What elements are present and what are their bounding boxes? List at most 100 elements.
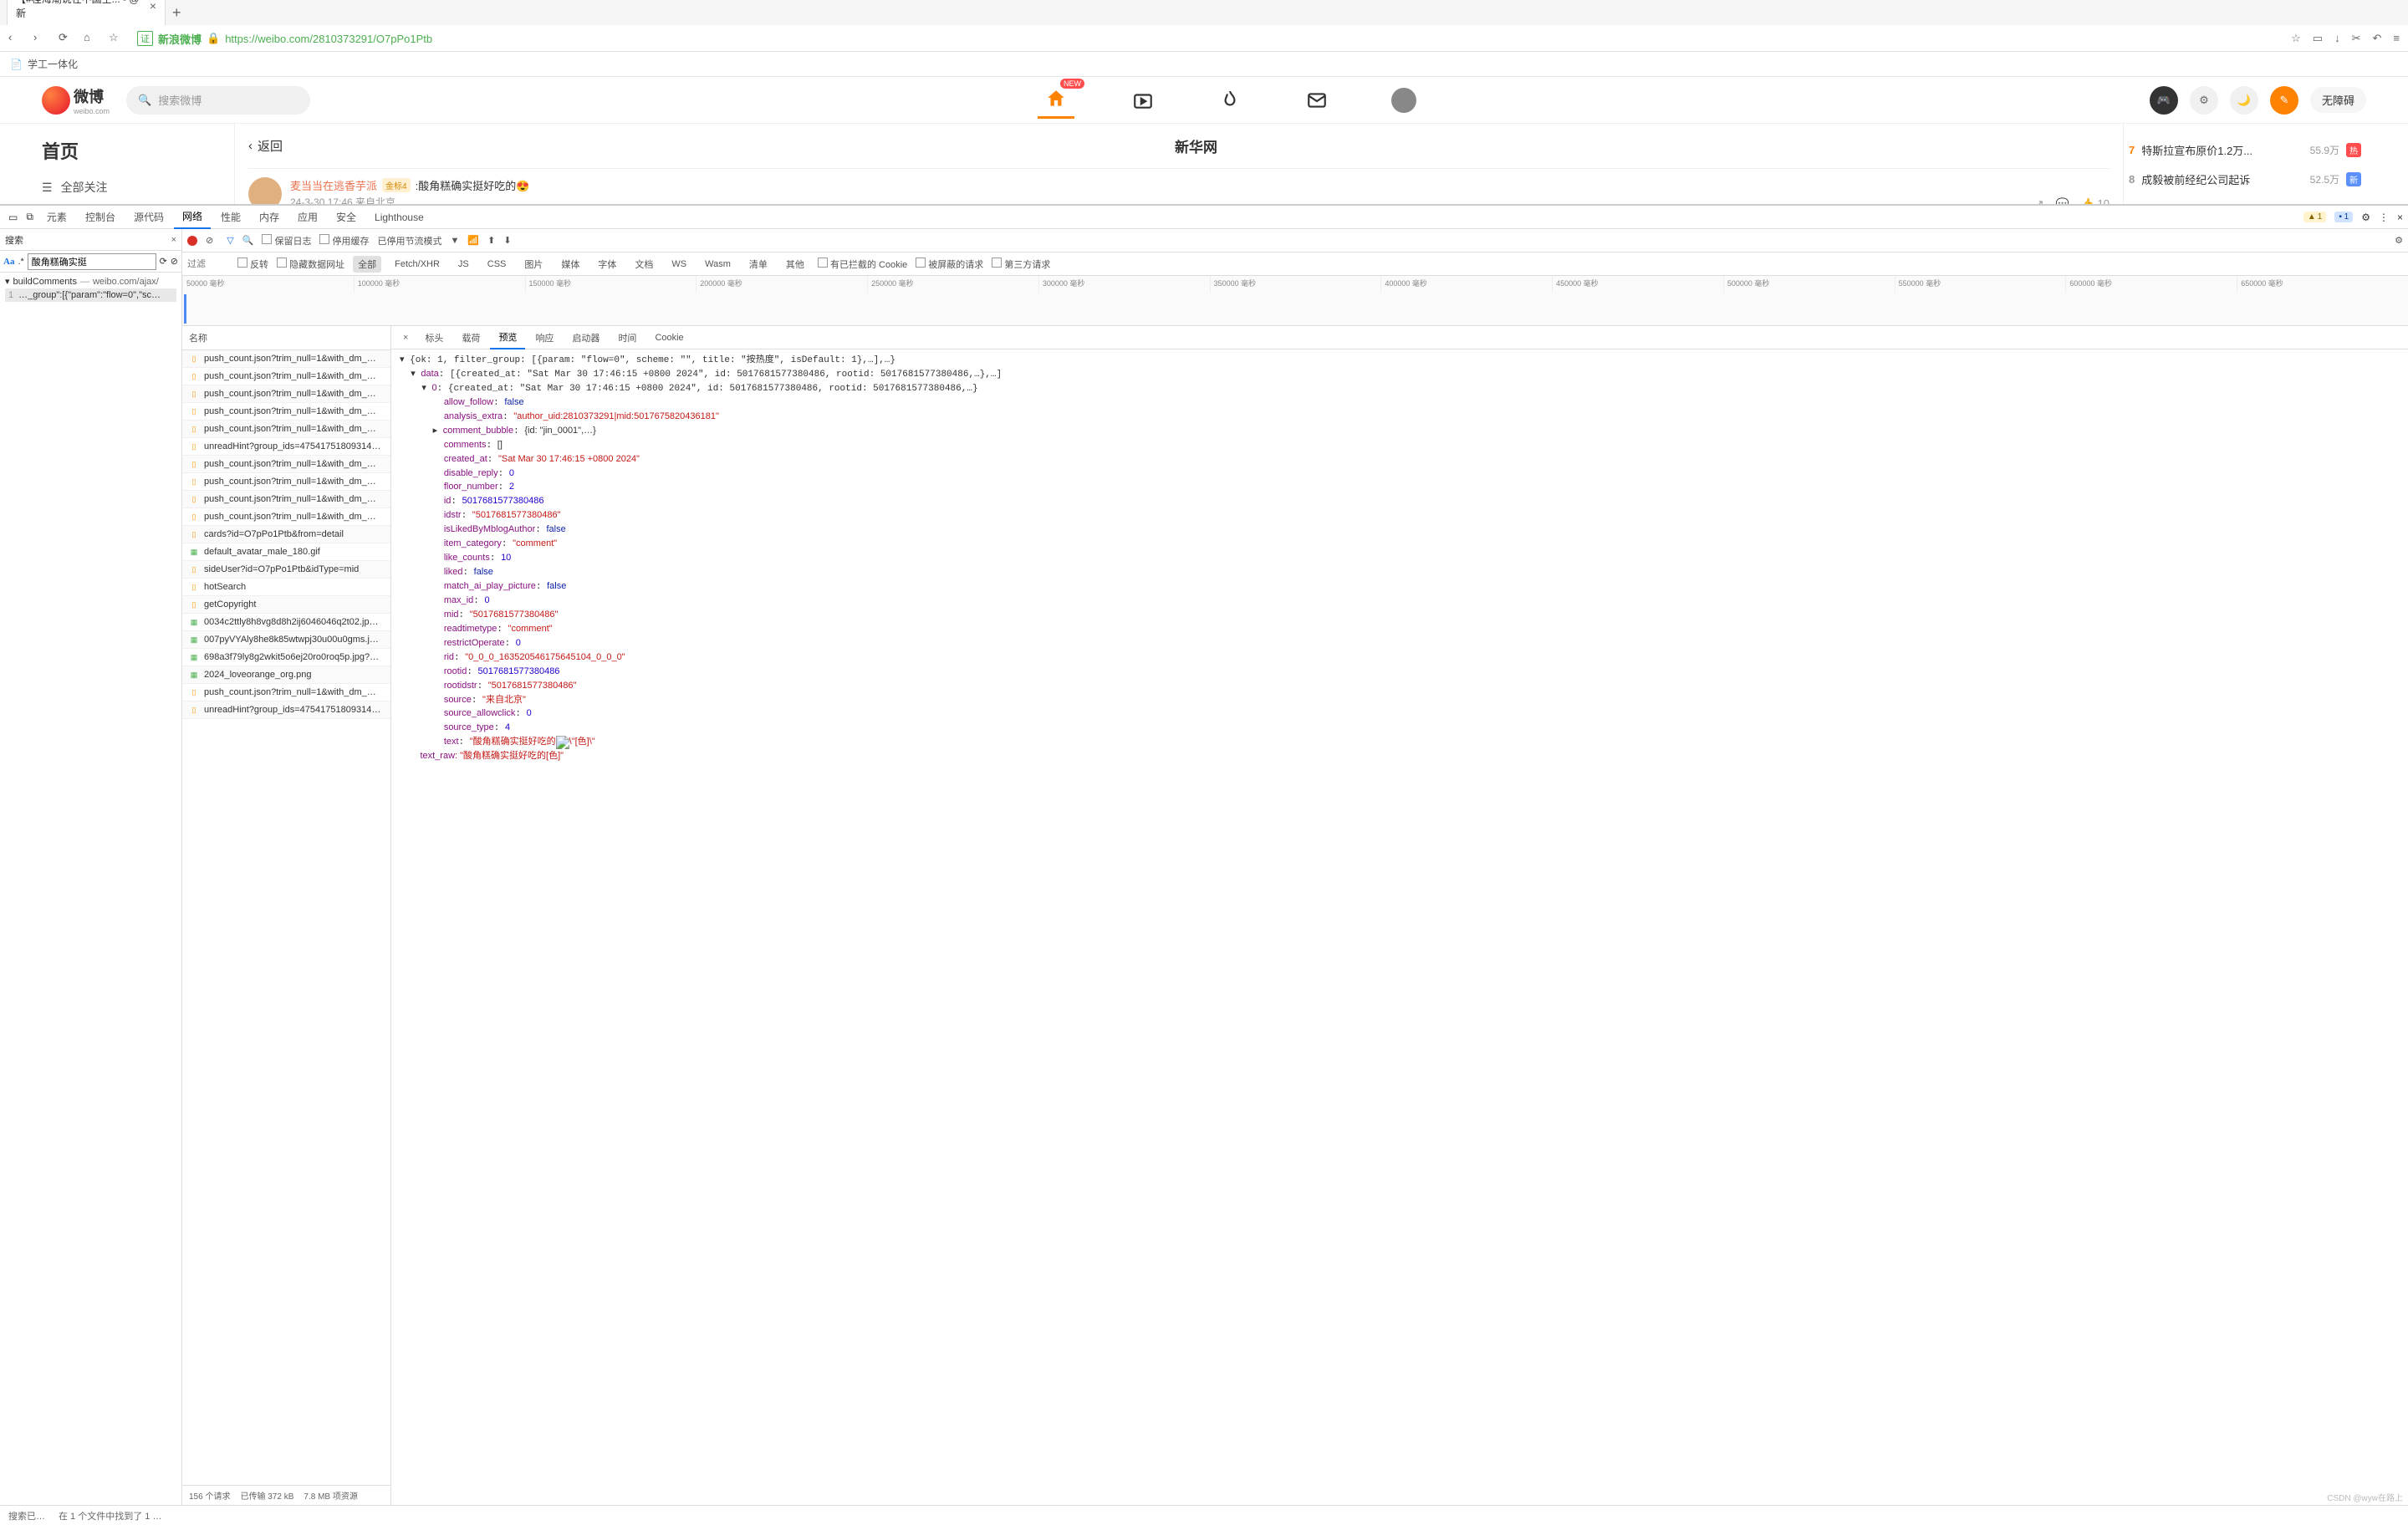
request-row[interactable]: ▦007pyVYAly8he8k85wtwpj30u00u0gms.j…: [182, 631, 390, 649]
download-icon[interactable]: ↓: [2334, 32, 2340, 45]
wifi-icon[interactable]: 📶: [467, 235, 479, 246]
close-icon[interactable]: ×: [171, 235, 176, 245]
clear-icon[interactable]: ⊘: [171, 256, 178, 267]
share-icon[interactable]: ↗: [2035, 197, 2044, 204]
request-row[interactable]: ▯push_count.json?trim_null=1&with_dm_…: [182, 456, 390, 473]
request-row[interactable]: ▯cards?id=O7pPo1Ptb&from=detail: [182, 526, 390, 543]
third-party-checkbox[interactable]: 第三方请求: [992, 258, 1050, 271]
request-row[interactable]: ▯push_count.json?trim_null=1&with_dm_…: [182, 684, 390, 701]
filter-icon[interactable]: ▽: [227, 235, 233, 246]
filter-other[interactable]: 其他: [781, 256, 809, 273]
trend-item[interactable]: 7 特斯拉宣布原价1.2万... 55.9万 热: [2124, 135, 2366, 165]
json-preview[interactable]: ▾ {ok: 1, filter_group: [{param: "flow=0…: [391, 349, 2408, 1505]
nav-home[interactable]: NEW: [1038, 82, 1074, 119]
gear-icon[interactable]: ⚙: [2395, 235, 2403, 246]
filter-input[interactable]: [187, 259, 229, 269]
request-row[interactable]: ▯sideUser?id=O7pPo1Ptb&idType=mid: [182, 561, 390, 579]
url-bar[interactable]: 证 新浪微博 🔒 https://weibo.com/2810373291/O7…: [137, 31, 432, 47]
upload-icon[interactable]: ⬆: [487, 235, 495, 246]
request-row[interactable]: ▯unreadHint?group_ids=47541751809314…: [182, 438, 390, 456]
inspect-icon[interactable]: ▭: [5, 208, 21, 227]
request-row[interactable]: ▯push_count.json?trim_null=1&with_dm_…: [182, 473, 390, 491]
filter-css[interactable]: CSS: [482, 258, 512, 271]
menu-icon[interactable]: ≡: [2393, 32, 2400, 45]
nav-video[interactable]: [1125, 82, 1161, 119]
tab-preview[interactable]: 预览: [490, 326, 525, 349]
bookmark-star-icon[interactable]: ☆: [2291, 32, 2301, 45]
search-input[interactable]: 🔍 搜索微博: [126, 86, 310, 115]
theme-button[interactable]: 🌙: [2230, 86, 2258, 115]
back-icon[interactable]: ‹: [8, 31, 23, 46]
filter-media[interactable]: 媒体: [556, 256, 584, 273]
tab-performance[interactable]: 性能: [212, 206, 249, 228]
tab-timing[interactable]: 时间: [610, 327, 645, 349]
search-field[interactable]: [28, 253, 156, 270]
request-row[interactable]: ▯push_count.json?trim_null=1&with_dm_…: [182, 403, 390, 421]
case-toggle[interactable]: Aa: [3, 257, 14, 267]
avatar[interactable]: [248, 177, 282, 204]
tab-memory[interactable]: 内存: [251, 206, 288, 228]
tab-application[interactable]: 应用: [289, 206, 326, 228]
regex-toggle[interactable]: .*: [18, 257, 23, 267]
request-row[interactable]: ▦default_avatar_male_180.gif: [182, 543, 390, 561]
like-button[interactable]: 👍 10: [2081, 197, 2110, 204]
tab-network[interactable]: 网络: [174, 205, 211, 229]
filter-doc[interactable]: 文档: [630, 256, 658, 273]
result-group[interactable]: ▾ buildComments — weibo.com/ajax/: [5, 276, 176, 287]
accessibility-button[interactable]: 无障碍: [2310, 87, 2366, 113]
weibo-logo[interactable]: 微博 weibo.com: [42, 85, 110, 115]
more-icon[interactable]: ⋮: [2379, 212, 2389, 223]
filter-all[interactable]: 全部: [353, 256, 381, 273]
request-row[interactable]: ▯hotSearch: [182, 579, 390, 596]
filter-js[interactable]: JS: [453, 258, 474, 271]
home-icon[interactable]: ⌂: [84, 31, 99, 46]
sidebar-item-all-follow[interactable]: ☰ 全部关注: [42, 179, 234, 196]
settings-button[interactable]: ⚙: [2190, 86, 2218, 115]
nav-profile[interactable]: [1385, 82, 1422, 119]
forward-icon[interactable]: ›: [33, 31, 48, 46]
filter-ws[interactable]: WS: [666, 258, 691, 271]
request-row[interactable]: ▯push_count.json?trim_null=1&with_dm_…: [182, 385, 390, 403]
nav-mail[interactable]: [1298, 82, 1335, 119]
throttle-select[interactable]: 已停用节流模式: [378, 234, 442, 247]
hide-data-checkbox[interactable]: 隐藏数据网址: [277, 258, 344, 271]
invert-checkbox[interactable]: 反转: [237, 258, 268, 271]
filter-img[interactable]: 图片: [519, 256, 548, 273]
clear-icon[interactable]: ⊘: [206, 235, 213, 246]
network-timeline[interactable]: 50000 毫秒100000 毫秒150000 毫秒200000 毫秒25000…: [182, 276, 2408, 326]
filter-manifest[interactable]: 清单: [744, 256, 773, 273]
reload-icon[interactable]: ⟳: [59, 31, 74, 46]
column-header-name[interactable]: 名称: [182, 326, 390, 350]
battery-icon[interactable]: ▭: [2313, 32, 2323, 45]
tab-console[interactable]: 控制台: [77, 206, 124, 228]
request-row[interactable]: ▦2024_loveorange_org.png: [182, 666, 390, 684]
scissors-icon[interactable]: ✂: [2352, 32, 2361, 45]
close-icon[interactable]: ×: [150, 0, 156, 13]
tab-initiator[interactable]: 启动器: [564, 327, 608, 349]
refresh-icon[interactable]: ⟳: [160, 256, 167, 267]
tab-response[interactable]: 响应: [527, 327, 562, 349]
filter-fetch[interactable]: Fetch/XHR: [390, 258, 445, 271]
trend-item[interactable]: 8 成毅被前经纪公司起诉 52.5万 新: [2124, 165, 2366, 194]
request-row[interactable]: ▯push_count.json?trim_null=1&with_dm_…: [182, 368, 390, 385]
request-row[interactable]: ▯push_count.json?trim_null=1&with_dm_…: [182, 421, 390, 438]
disable-cache-checkbox[interactable]: 停用缓存: [319, 234, 369, 247]
close-icon[interactable]: ×: [396, 329, 415, 346]
blocked-req-checkbox[interactable]: 被屏蔽的请求: [916, 258, 983, 271]
record-button[interactable]: [187, 236, 197, 246]
compose-button[interactable]: ✎: [2270, 86, 2298, 115]
browser-tab[interactable]: 【#桂海潮说在中国空... - @新 ×: [7, 0, 166, 25]
tab-sources[interactable]: 源代码: [125, 206, 172, 228]
request-row[interactable]: ▯push_count.json?trim_null=1&with_dm_…: [182, 350, 390, 368]
chevron-down-icon[interactable]: ▼: [451, 236, 460, 246]
post-username[interactable]: 麦当当在逃香芋派: [290, 177, 377, 193]
tab-security[interactable]: 安全: [328, 206, 365, 228]
close-icon[interactable]: ×: [2397, 212, 2403, 223]
filter-font[interactable]: 字体: [593, 256, 621, 273]
undo-icon[interactable]: ↶: [2373, 32, 2382, 45]
request-row[interactable]: ▯push_count.json?trim_null=1&with_dm_…: [182, 508, 390, 526]
tab-payload[interactable]: 载荷: [453, 327, 488, 349]
tab-lighthouse[interactable]: Lighthouse: [366, 207, 432, 227]
request-row[interactable]: ▯push_count.json?trim_null=1&with_dm_…: [182, 491, 390, 508]
back-button[interactable]: ‹ 返回: [248, 137, 283, 155]
